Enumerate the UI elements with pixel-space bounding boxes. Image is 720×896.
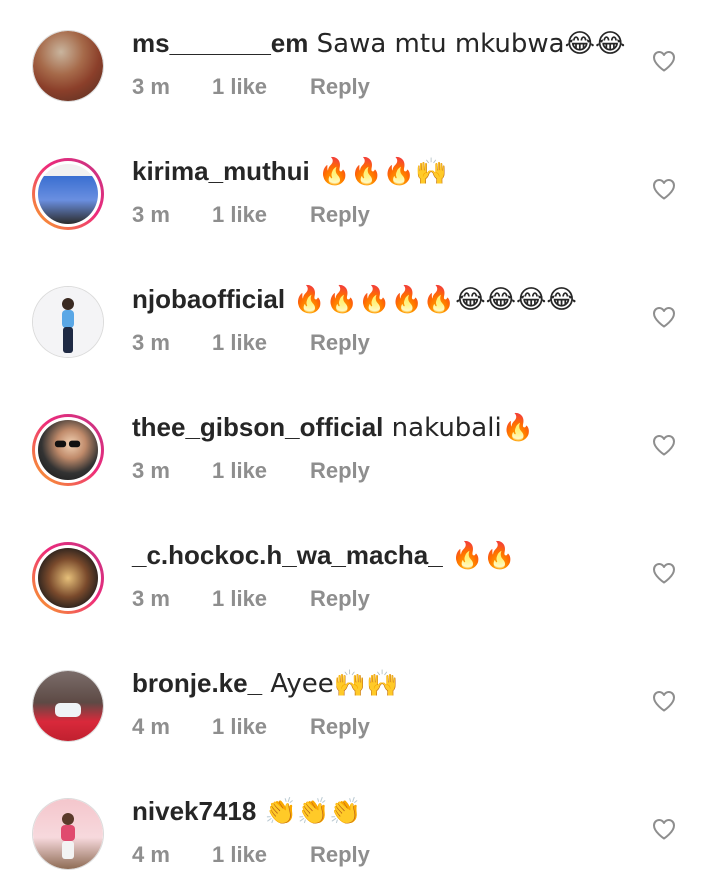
heart-outline-icon[interactable] — [652, 690, 676, 712]
comment-time: 3 m — [132, 330, 170, 355]
comment-likes[interactable]: 1 like — [212, 841, 310, 869]
comment-meta: 3 m 1 like Reply — [132, 73, 370, 101]
comment-meta: 3 m 1 like Reply — [132, 585, 370, 613]
heart-outline-icon[interactable] — [652, 562, 676, 584]
comment-line: bronje.ke_ Ayee🙌🙌 — [132, 666, 398, 701]
comment-time: 3 m — [132, 458, 170, 483]
comment-time: 3 m — [132, 202, 170, 227]
comment-likes[interactable]: 1 like — [212, 73, 310, 101]
comment-meta: 3 m 1 like Reply — [132, 201, 370, 229]
comment-text: Sawa mtu mkubwa😂😂 — [308, 29, 626, 59]
heart-outline-icon[interactable] — [652, 178, 676, 200]
reply-button[interactable]: Reply — [310, 201, 370, 229]
comment-username[interactable]: nivek7418 — [132, 796, 256, 826]
comment-username[interactable]: ms_______em — [132, 28, 308, 58]
reply-button[interactable]: Reply — [310, 585, 370, 613]
reply-button[interactable]: Reply — [310, 329, 370, 357]
person-figure-icon — [62, 298, 74, 353]
comment-likes[interactable]: 1 like — [212, 329, 310, 357]
comment-item: thee_gibson_official nakubali🔥 3 m 1 like… — [0, 384, 720, 512]
comment-line: thee_gibson_official nakubali🔥 — [132, 410, 534, 445]
comment-time: 4 m — [132, 842, 170, 867]
comment-likes[interactable]: 1 like — [212, 585, 310, 613]
comment-time: 3 m — [132, 74, 170, 99]
comment-line: nivek7418 👏👏👏 — [132, 794, 362, 829]
comment-text: 👏👏👏 — [256, 797, 362, 827]
comment-meta: 4 m 1 like Reply — [132, 713, 370, 741]
avatar-story-ring[interactable] — [32, 542, 104, 614]
profile-photo — [38, 164, 98, 224]
comment-username[interactable]: kirima_muthui — [132, 156, 310, 186]
comment-meta: 4 m 1 like Reply — [132, 841, 370, 869]
reply-button[interactable]: Reply — [310, 841, 370, 869]
comment-text: 🔥🔥 — [442, 541, 516, 571]
comment-item: njobaofficial 🔥🔥🔥🔥🔥😂😂😂😂 3 m 1 like Reply — [0, 256, 720, 384]
profile-photo — [38, 548, 98, 608]
sunglasses-icon — [54, 440, 81, 448]
profile-photo — [38, 420, 98, 480]
comment-line: kirima_muthui 🔥🔥🔥🙌 — [132, 154, 447, 189]
comment-meta: 3 m 1 like Reply — [132, 329, 370, 357]
comment-username[interactable]: thee_gibson_official — [132, 412, 383, 442]
avatar[interactable] — [32, 30, 104, 102]
comment-line: _c.hockoc.h_wa_macha_ 🔥🔥 — [132, 538, 516, 573]
comment-likes[interactable]: 1 like — [212, 457, 310, 485]
reply-button[interactable]: Reply — [310, 73, 370, 101]
reply-button[interactable]: Reply — [310, 713, 370, 741]
comment-username[interactable]: bronje.ke_ — [132, 668, 262, 698]
comment-text: 🔥🔥🔥🔥🔥😂😂😂😂 — [285, 285, 577, 315]
person-figure-icon — [61, 813, 75, 859]
avatar-story-ring[interactable] — [32, 414, 104, 486]
comment-meta: 3 m 1 like Reply — [132, 457, 370, 485]
comment-text: Ayee🙌🙌 — [262, 669, 399, 699]
profile-photo — [33, 287, 103, 357]
heart-outline-icon[interactable] — [652, 434, 676, 456]
comment-line: njobaofficial 🔥🔥🔥🔥🔥😂😂😂😂 — [132, 282, 577, 317]
avatar[interactable] — [32, 798, 104, 870]
comment-time: 3 m — [132, 586, 170, 611]
comment-likes[interactable]: 1 like — [212, 713, 310, 741]
comment-item: nivek7418 👏👏👏 4 m 1 like Reply — [0, 768, 720, 896]
heart-outline-icon[interactable] — [652, 50, 676, 72]
heart-outline-icon[interactable] — [652, 306, 676, 328]
comment-likes[interactable]: 1 like — [212, 201, 310, 229]
profile-photo — [33, 799, 103, 869]
comment-time: 4 m — [132, 714, 170, 739]
comment-item: _c.hockoc.h_wa_macha_ 🔥🔥 3 m 1 like Reply — [0, 512, 720, 640]
comment-username[interactable]: _c.hockoc.h_wa_macha_ — [132, 540, 443, 570]
comment-text: nakubali🔥 — [383, 413, 535, 443]
comment-username[interactable]: njobaofficial — [132, 284, 285, 314]
avatar[interactable] — [32, 286, 104, 358]
profile-photo — [33, 671, 103, 741]
avatar-story-ring[interactable] — [32, 158, 104, 230]
reply-button[interactable]: Reply — [310, 457, 370, 485]
comment-line: ms_______em Sawa mtu mkubwa😂😂 — [132, 26, 625, 61]
comment-item: kirima_muthui 🔥🔥🔥🙌 3 m 1 like Reply — [0, 128, 720, 256]
face-mask-icon — [55, 703, 81, 717]
profile-photo — [33, 31, 103, 101]
comment-item: bronje.ke_ Ayee🙌🙌 4 m 1 like Reply — [0, 640, 720, 768]
heart-outline-icon[interactable] — [652, 818, 676, 840]
comment-text: 🔥🔥🔥🙌 — [309, 157, 448, 187]
avatar[interactable] — [32, 670, 104, 742]
comment-item: ms_______em Sawa mtu mkubwa😂😂 3 m 1 like R… — [0, 0, 720, 128]
